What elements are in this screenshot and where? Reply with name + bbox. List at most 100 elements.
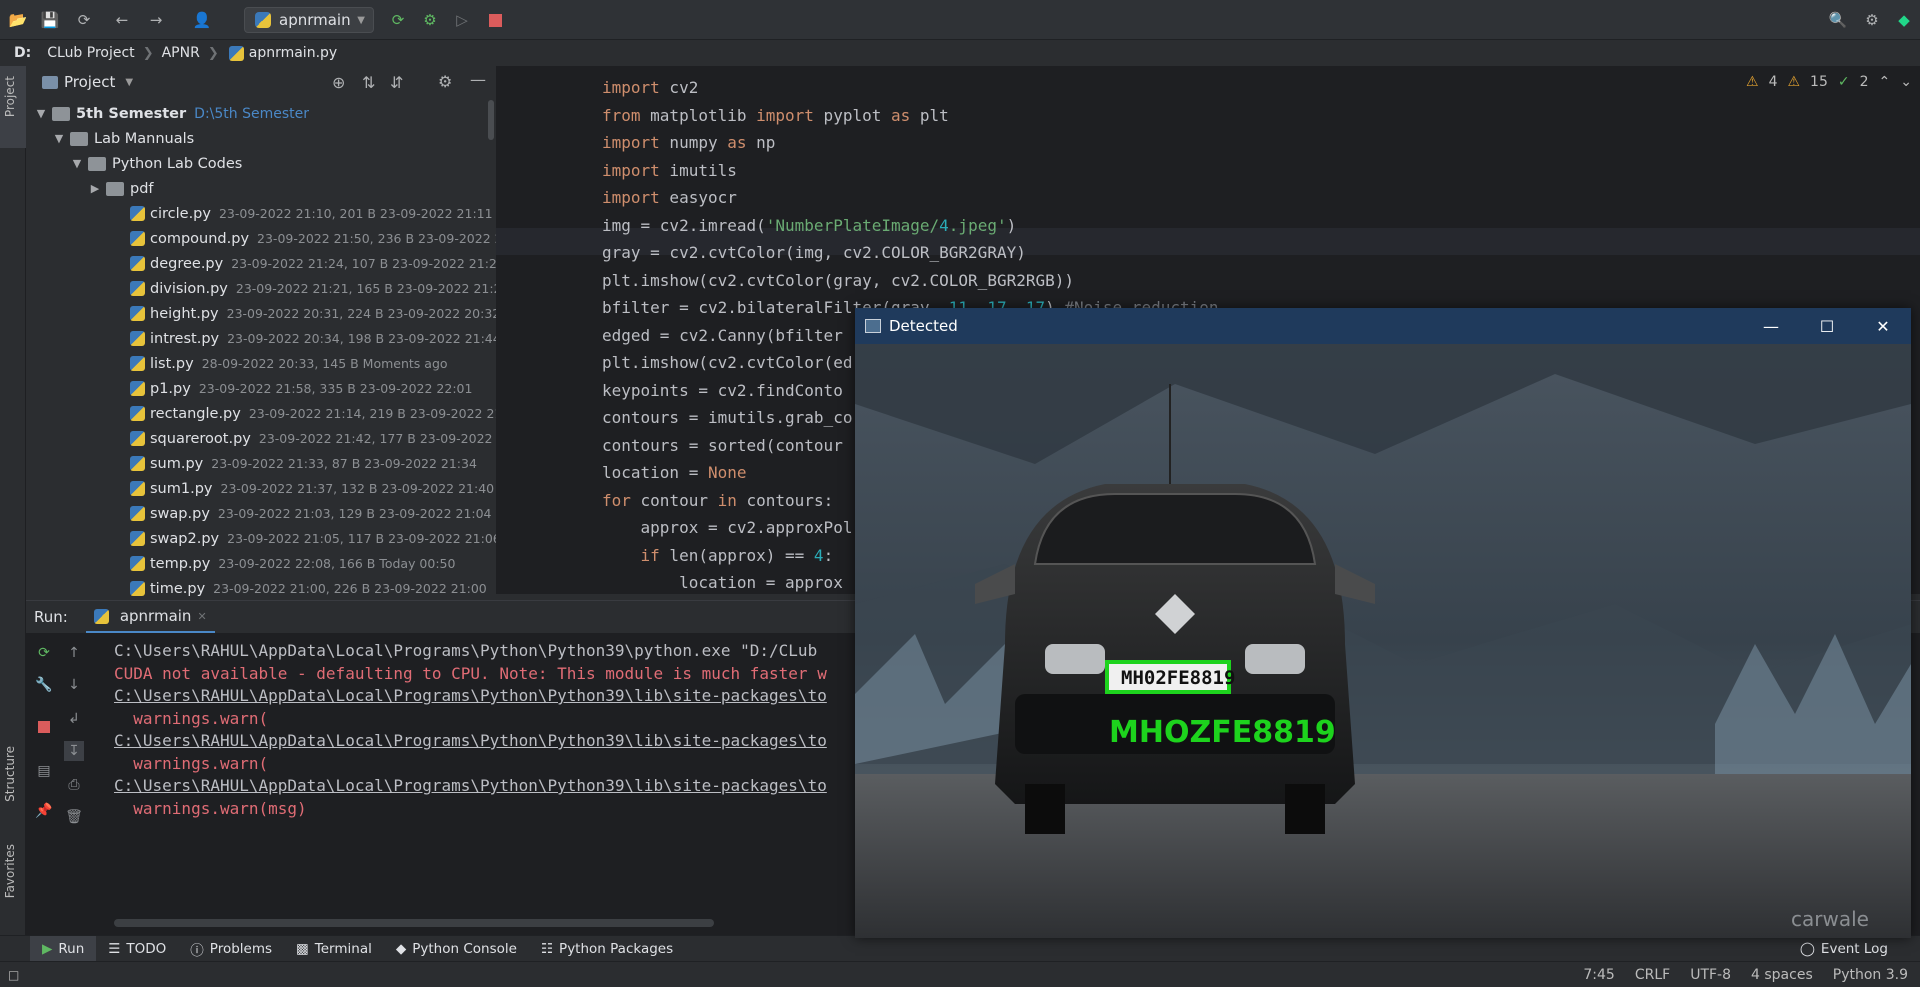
favorites-tool-tab[interactable]: Favorites [3, 844, 17, 898]
tree-root[interactable]: ▼ 5th Semester D:\5th Semester [34, 101, 309, 126]
indent-setting[interactable]: 4 spaces [1751, 967, 1813, 983]
tree-item-name: list.py [150, 355, 194, 372]
chevron-down-icon: ▼ [72, 157, 82, 170]
tree-item-name: division.py [150, 280, 228, 297]
search-icon[interactable]: 🔍 [1828, 10, 1848, 30]
chevron-down-icon[interactable]: ⌄ [1900, 74, 1912, 90]
line-separator[interactable]: CRLF [1635, 967, 1670, 983]
tool-tab-event-log[interactable]: ◯ Event Log [1788, 936, 1900, 962]
code-line: approx = cv2.approxPol [602, 518, 853, 537]
locate-icon[interactable]: ⊕ [332, 73, 345, 92]
plate-text: MH02FE8819 [1121, 667, 1235, 689]
tree-file[interactable]: circle.py 23-09-2022 21:10, 201 B 23-09-2… [130, 201, 493, 226]
settings-icon[interactable]: ⚙ [1862, 10, 1882, 30]
breadcrumb-drive[interactable]: D: [14, 45, 31, 61]
forward-icon[interactable]: → [146, 10, 166, 30]
warning-icon: ⚠ [1746, 74, 1759, 90]
coverage-icon[interactable]: ▷ [452, 10, 472, 30]
user-icon[interactable]: 👤 [192, 10, 212, 30]
project-tool-tab[interactable]: Project [3, 76, 17, 117]
minimize-button[interactable]: — [1743, 308, 1799, 344]
stop-icon[interactable] [485, 10, 505, 30]
tree-item-meta: 23-09-2022 20:34, 198 B 23-09-2022 21:44 [227, 331, 501, 346]
gear-icon[interactable]: ⚙ [438, 72, 452, 91]
chevron-up-icon[interactable]: ⌃ [1879, 74, 1891, 90]
tree-file[interactable]: intrest.py 23-09-2022 20:34, 198 B 23-09-… [130, 326, 501, 351]
tool-tab-problems[interactable]: ⓘ Problems [178, 936, 284, 962]
close-icon[interactable]: ✕ [197, 610, 206, 623]
tree-file[interactable]: squareroot.py 23-09-2022 21:42, 177 B 23-… [130, 426, 525, 451]
tool-tab-terminal[interactable]: ▩ Terminal [284, 936, 384, 962]
tool-tab-label: TODO [126, 940, 167, 957]
collapse-all-icon[interactable]: ⇵ [390, 73, 403, 92]
pin-icon[interactable]: 📌 [34, 801, 54, 821]
back-icon[interactable]: ← [112, 10, 132, 30]
tool-tab-python-packages[interactable]: ☷ Python Packages [529, 936, 685, 962]
tree-file[interactable]: list.py 28-09-2022 20:33, 145 B Moments a… [130, 351, 448, 376]
rerun-icon[interactable]: ⟳ [34, 643, 54, 663]
run-tab-apnrmain[interactable]: apnrmain ✕ [85, 601, 215, 633]
rerun-icon[interactable]: ⟳ [388, 10, 408, 30]
tree-file[interactable]: swap2.py 23-09-2022 21:05, 117 B 23-09-20… [130, 526, 501, 551]
tree-file[interactable]: p1.py 23-09-2022 21:58, 335 B 23-09-2022 … [130, 376, 472, 401]
tree-file[interactable]: rectangle.py 23-09-2022 21:14, 219 B 23-0… [130, 401, 522, 426]
inspection-widget[interactable]: ⚠ 4 ⚠ 15 ✓ 2 ⌃ ⌄ [1746, 74, 1912, 90]
tree-file[interactable]: degree.py 23-09-2022 21:24, 107 B 23-09-2… [130, 251, 505, 276]
trash-icon[interactable]: 🗑 [64, 807, 84, 827]
debug-icon[interactable]: ⚙ [420, 10, 440, 30]
tree-folder[interactable]: ▼ Python Lab Codes [70, 151, 243, 176]
soft-wrap-icon[interactable]: ↲ [64, 709, 84, 729]
caret-position[interactable]: 7:45 [1583, 967, 1614, 983]
tree-file[interactable]: time.py 23-09-2022 21:00, 226 B 23-09-202… [130, 576, 487, 601]
chevron-down-icon: ▼ [357, 14, 365, 26]
breadcrumb-file[interactable]: apnrmain.py [249, 45, 337, 61]
tree-folder[interactable]: ▶ pdf [88, 176, 154, 201]
expand-all-icon[interactable]: ⇅ [362, 73, 375, 92]
breadcrumb-club-project[interactable]: CLub Project [47, 45, 134, 61]
detected-window-titlebar[interactable]: Detected — ☐ ✕ [855, 308, 1911, 344]
run-configuration-selector[interactable]: apnrmain ▼ [244, 7, 374, 33]
tree-file[interactable]: compound.py 23-09-2022 21:50, 236 B 23-09… [130, 226, 523, 251]
open-folder-icon[interactable]: 📂 [8, 10, 28, 30]
project-scrollbar[interactable] [488, 100, 494, 140]
project-panel-title[interactable]: Project [64, 73, 115, 91]
chevron-down-icon: ▼ [54, 132, 64, 145]
breadcrumb-apnr[interactable]: APNR [162, 45, 200, 61]
scroll-to-end-icon[interactable]: ↧ [64, 741, 84, 761]
print-icon[interactable]: ⎙ [64, 775, 84, 795]
tool-tab-run[interactable]: ▶ Run [30, 935, 97, 962]
stop-icon[interactable] [34, 717, 54, 737]
chevron-down-icon[interactable]: ▼ [125, 77, 133, 88]
tree-file[interactable]: division.py 23-09-2022 21:21, 165 B 23-09… [130, 276, 510, 301]
sync-icon[interactable]: ⟳ [74, 10, 94, 30]
toggle-panels-icon[interactable]: □ [8, 968, 19, 982]
file-encoding[interactable]: UTF-8 [1690, 967, 1731, 983]
tree-file[interactable]: sum.py 23-09-2022 21:33, 87 B 23-09-2022 … [130, 451, 477, 476]
ocr-result-text: MHOZFE8819 [1109, 715, 1336, 750]
tool-tab-python-console[interactable]: ◆ Python Console [384, 936, 529, 962]
tree-folder[interactable]: ▼ Lab Mannuals [52, 126, 194, 151]
hide-icon[interactable]: — [470, 70, 486, 89]
tree-file[interactable]: sum1.py 23-09-2022 21:37, 132 B 23-09-202… [130, 476, 494, 501]
detected-window[interactable]: Detected — ☐ ✕ MH02FE8819 MHOZFE8819 car… [855, 308, 1911, 938]
arrow-up-icon[interactable]: ↑ [64, 643, 84, 663]
tree-file[interactable]: swap.py 23-09-2022 21:03, 129 B 23-09-202… [130, 501, 492, 526]
save-icon[interactable]: 💾 [40, 10, 60, 30]
maximize-button[interactable]: ☐ [1799, 308, 1855, 344]
python-file-icon [130, 431, 145, 446]
tree-file[interactable]: temp.py 23-09-2022 22:08, 166 B Today 00:… [130, 551, 455, 576]
python-interpreter[interactable]: Python 3.9 [1833, 967, 1908, 983]
python-icon [93, 608, 109, 624]
tree-item-name: Python Lab Codes [112, 155, 243, 172]
layout-icon[interactable]: ▤ [34, 761, 54, 781]
jetbrains-icon[interactable]: ◆ [1894, 10, 1914, 30]
tree-file[interactable]: height.py 23-09-2022 20:31, 224 B 23-09-2… [130, 301, 500, 326]
arrow-down-icon[interactable]: ↓ [64, 675, 84, 695]
problems-icon: ⓘ [190, 942, 204, 959]
left-tool-strip: Project Structure Favorites [0, 66, 26, 959]
output-scrollbar[interactable] [114, 919, 714, 927]
wrench-icon[interactable]: 🔧 [34, 675, 54, 695]
tool-tab-todo[interactable]: ☰ TODO [96, 936, 178, 962]
close-button[interactable]: ✕ [1855, 308, 1911, 344]
structure-tool-tab[interactable]: Structure [3, 746, 17, 802]
